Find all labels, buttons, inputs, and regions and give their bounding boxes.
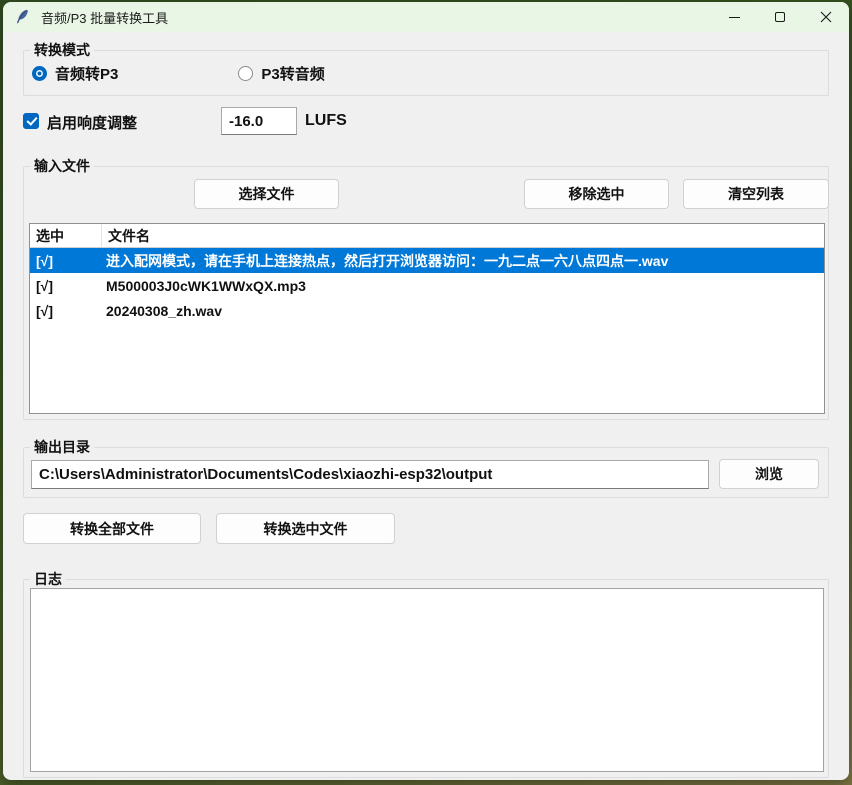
radio-audio-to-p3-label: 音频转P3 — [55, 63, 118, 84]
output-dir-group-label: 输出目录 — [30, 438, 94, 457]
radio-audio-to-p3[interactable]: 音频转P3 — [32, 63, 118, 84]
python-feather-icon — [15, 9, 31, 25]
convert-all-button[interactable]: 转换全部文件 — [23, 513, 201, 544]
column-header-checked[interactable]: 选中 — [30, 224, 102, 247]
loudness-checkbox[interactable] — [23, 113, 39, 129]
close-icon — [820, 11, 832, 23]
file-row-filename: 进入配网模式，请在手机上连接热点，然后打开浏览器访问：一九二点一六八点四点一.w… — [102, 251, 824, 271]
file-row-checkmark: [√] — [30, 253, 102, 269]
close-button[interactable] — [803, 2, 849, 32]
maximize-icon — [775, 12, 785, 22]
file-row[interactable]: [√] 20240308_zh.wav — [30, 298, 824, 323]
file-row-filename: M500003J0cWK1WWxQX.mp3 — [102, 278, 824, 294]
file-row-checkmark: [√] — [30, 303, 102, 319]
minimize-icon — [729, 17, 740, 18]
desktop: { "window": { "title": "音频/P3 批量转换工具" },… — [0, 0, 852, 785]
remove-selected-button[interactable]: 移除选中 — [524, 179, 669, 209]
radio-p3-to-audio[interactable]: P3转音频 — [238, 63, 324, 84]
select-files-button[interactable]: 选择文件 — [194, 179, 339, 209]
radio-unselected-icon — [238, 66, 253, 81]
browse-button[interactable]: 浏览 — [719, 459, 819, 489]
file-list: 选中 文件名 [√] 进入配网模式，请在手机上连接热点，然后打开浏览器访问：一九… — [29, 223, 825, 414]
title-bar: 音频/P3 批量转换工具 — [3, 2, 849, 32]
loudness-checkbox-label: 启用响度调整 — [47, 112, 137, 133]
column-header-filename[interactable]: 文件名 — [102, 224, 824, 247]
log-group: 日志 — [23, 579, 829, 778]
app-window: 音频/P3 批量转换工具 转换模式 音频转P3 P3转音频 启用响度调整 L — [3, 2, 849, 780]
radio-p3-to-audio-label: P3转音频 — [261, 63, 324, 84]
file-row[interactable]: [√] M500003J0cWK1WWxQX.mp3 — [30, 273, 824, 298]
lufs-value-input[interactable] — [221, 107, 297, 135]
radio-selected-icon — [32, 66, 47, 81]
maximize-button[interactable] — [757, 2, 803, 32]
minimize-button[interactable] — [711, 2, 757, 32]
file-row[interactable]: [√] 进入配网模式，请在手机上连接热点，然后打开浏览器访问：一九二点一六八点四… — [30, 248, 824, 273]
input-files-group-label: 输入文件 — [30, 157, 94, 176]
mode-group-label: 转换模式 — [30, 41, 94, 60]
mode-group: 转换模式 音频转P3 P3转音频 — [23, 50, 829, 96]
loudness-row: 启用响度调整 LUFS — [23, 107, 829, 135]
file-list-header: 选中 文件名 — [30, 224, 824, 248]
log-textarea[interactable] — [30, 588, 824, 772]
convert-selected-button[interactable]: 转换选中文件 — [216, 513, 395, 544]
input-files-group: 输入文件 选择文件 移除选中 清空列表 选中 文件名 [√] 进入配网模式，请在… — [23, 166, 829, 420]
output-dir-group: 输出目录 浏览 — [23, 447, 829, 498]
file-row-checkmark: [√] — [30, 278, 102, 294]
window-title: 音频/P3 批量转换工具 — [41, 8, 168, 27]
mode-radio-row: 音频转P3 P3转音频 — [32, 63, 325, 84]
lufs-unit-label: LUFS — [305, 112, 347, 130]
output-path-input[interactable] — [31, 460, 709, 489]
clear-list-button[interactable]: 清空列表 — [683, 179, 829, 209]
log-group-label: 日志 — [30, 570, 66, 589]
file-row-filename: 20240308_zh.wav — [102, 303, 824, 319]
